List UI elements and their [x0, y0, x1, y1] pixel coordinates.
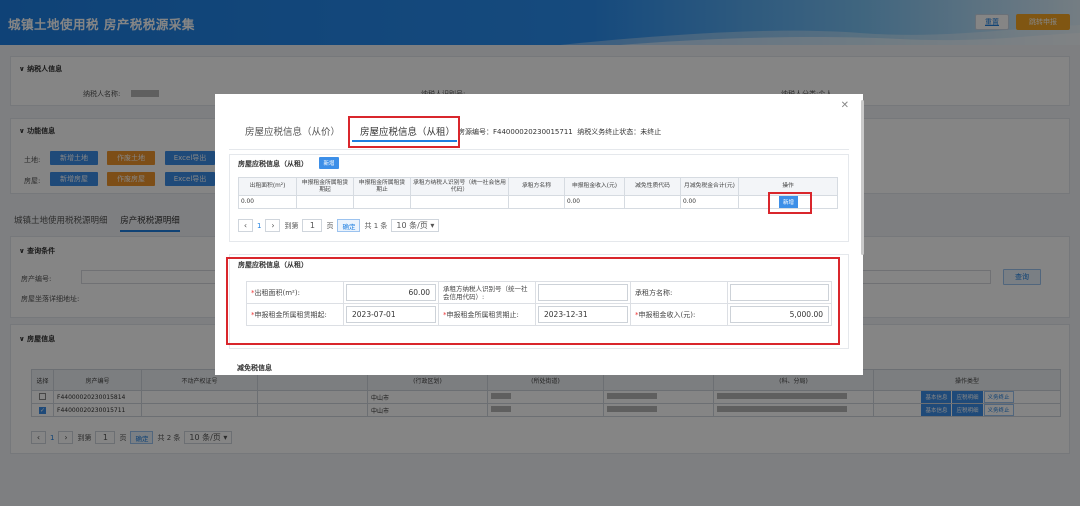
col-end: 申报租金所属租赁期止 — [353, 177, 411, 196]
source-no: F44000020230015711 — [493, 128, 573, 136]
modal-scrollbar[interactable] — [861, 100, 864, 255]
col-tenant-id: 承租方纳税人识别号（统一社会信用代码） — [410, 177, 509, 196]
rent-section-title: 房屋应税信息（从租） — [238, 160, 308, 168]
col-start: 申报租金所属租赁期起 — [296, 177, 354, 196]
col-tenant-name: 承租方名称 — [508, 177, 565, 196]
status-value: 未终止 — [640, 128, 662, 136]
highlight-add-box — [768, 192, 812, 214]
highlight-form-box — [226, 257, 840, 345]
next-page-button[interactable]: › — [265, 219, 281, 232]
highlight-tab-box — [348, 116, 460, 148]
col-relief-code: 减免性质代码 — [624, 177, 681, 196]
goto-confirm-button[interactable]: 确定 — [337, 219, 361, 232]
add-rent-top-button[interactable]: 新增 — [319, 157, 339, 169]
col-relief-total: 月减免税金合计(元) — [680, 177, 739, 196]
tax-detail-modal: ✕ 房屋应税信息（从价） 房屋应税信息（从租） 房源编号：F4400002023… — [215, 94, 863, 375]
col-area: 出租面积(m²) — [238, 177, 297, 196]
page-size-select[interactable]: 10 条/页 ▾ — [391, 219, 440, 232]
rent-list-panel: 房屋应税信息（从租） 新增 出租面积(m²) 申报租金所属租赁期起 申报租金所属… — [229, 154, 849, 242]
row-area: 0.00 — [238, 195, 297, 209]
close-icon[interactable]: ✕ — [841, 100, 849, 111]
goto-label: 到第 — [284, 221, 299, 230]
current-page[interactable]: 1 — [257, 222, 261, 230]
row-relief: 0.00 — [680, 195, 739, 209]
row-income: 0.00 — [564, 195, 625, 209]
source-info: 房源编号：F44000020230015711 纳税义务终止状态：未终止 — [458, 128, 662, 136]
total-count: 共 1 条 — [364, 221, 388, 230]
rent-table: 出租面积(m²) 申报租金所属租赁期起 申报租金所属租赁期止 承租方纳税人识别号… — [238, 177, 838, 209]
goto-page-input[interactable]: 1 — [302, 219, 323, 232]
divider — [229, 149, 849, 150]
page-suffix: 页 — [326, 221, 334, 230]
table-row: 0.00 0.00 0.00 新增 — [238, 195, 838, 209]
prev-page-button[interactable]: ‹ — [238, 219, 253, 232]
relief-title: 减免税信息 — [237, 364, 272, 372]
col-income: 申报租金收入(元) — [564, 177, 625, 196]
tab-price-based[interactable]: 房屋应税信息（从价） — [245, 124, 340, 138]
rent-pager: ‹ 1 › 到第 1 页 确定 共 1 条 10 条/页 ▾ — [238, 219, 440, 232]
